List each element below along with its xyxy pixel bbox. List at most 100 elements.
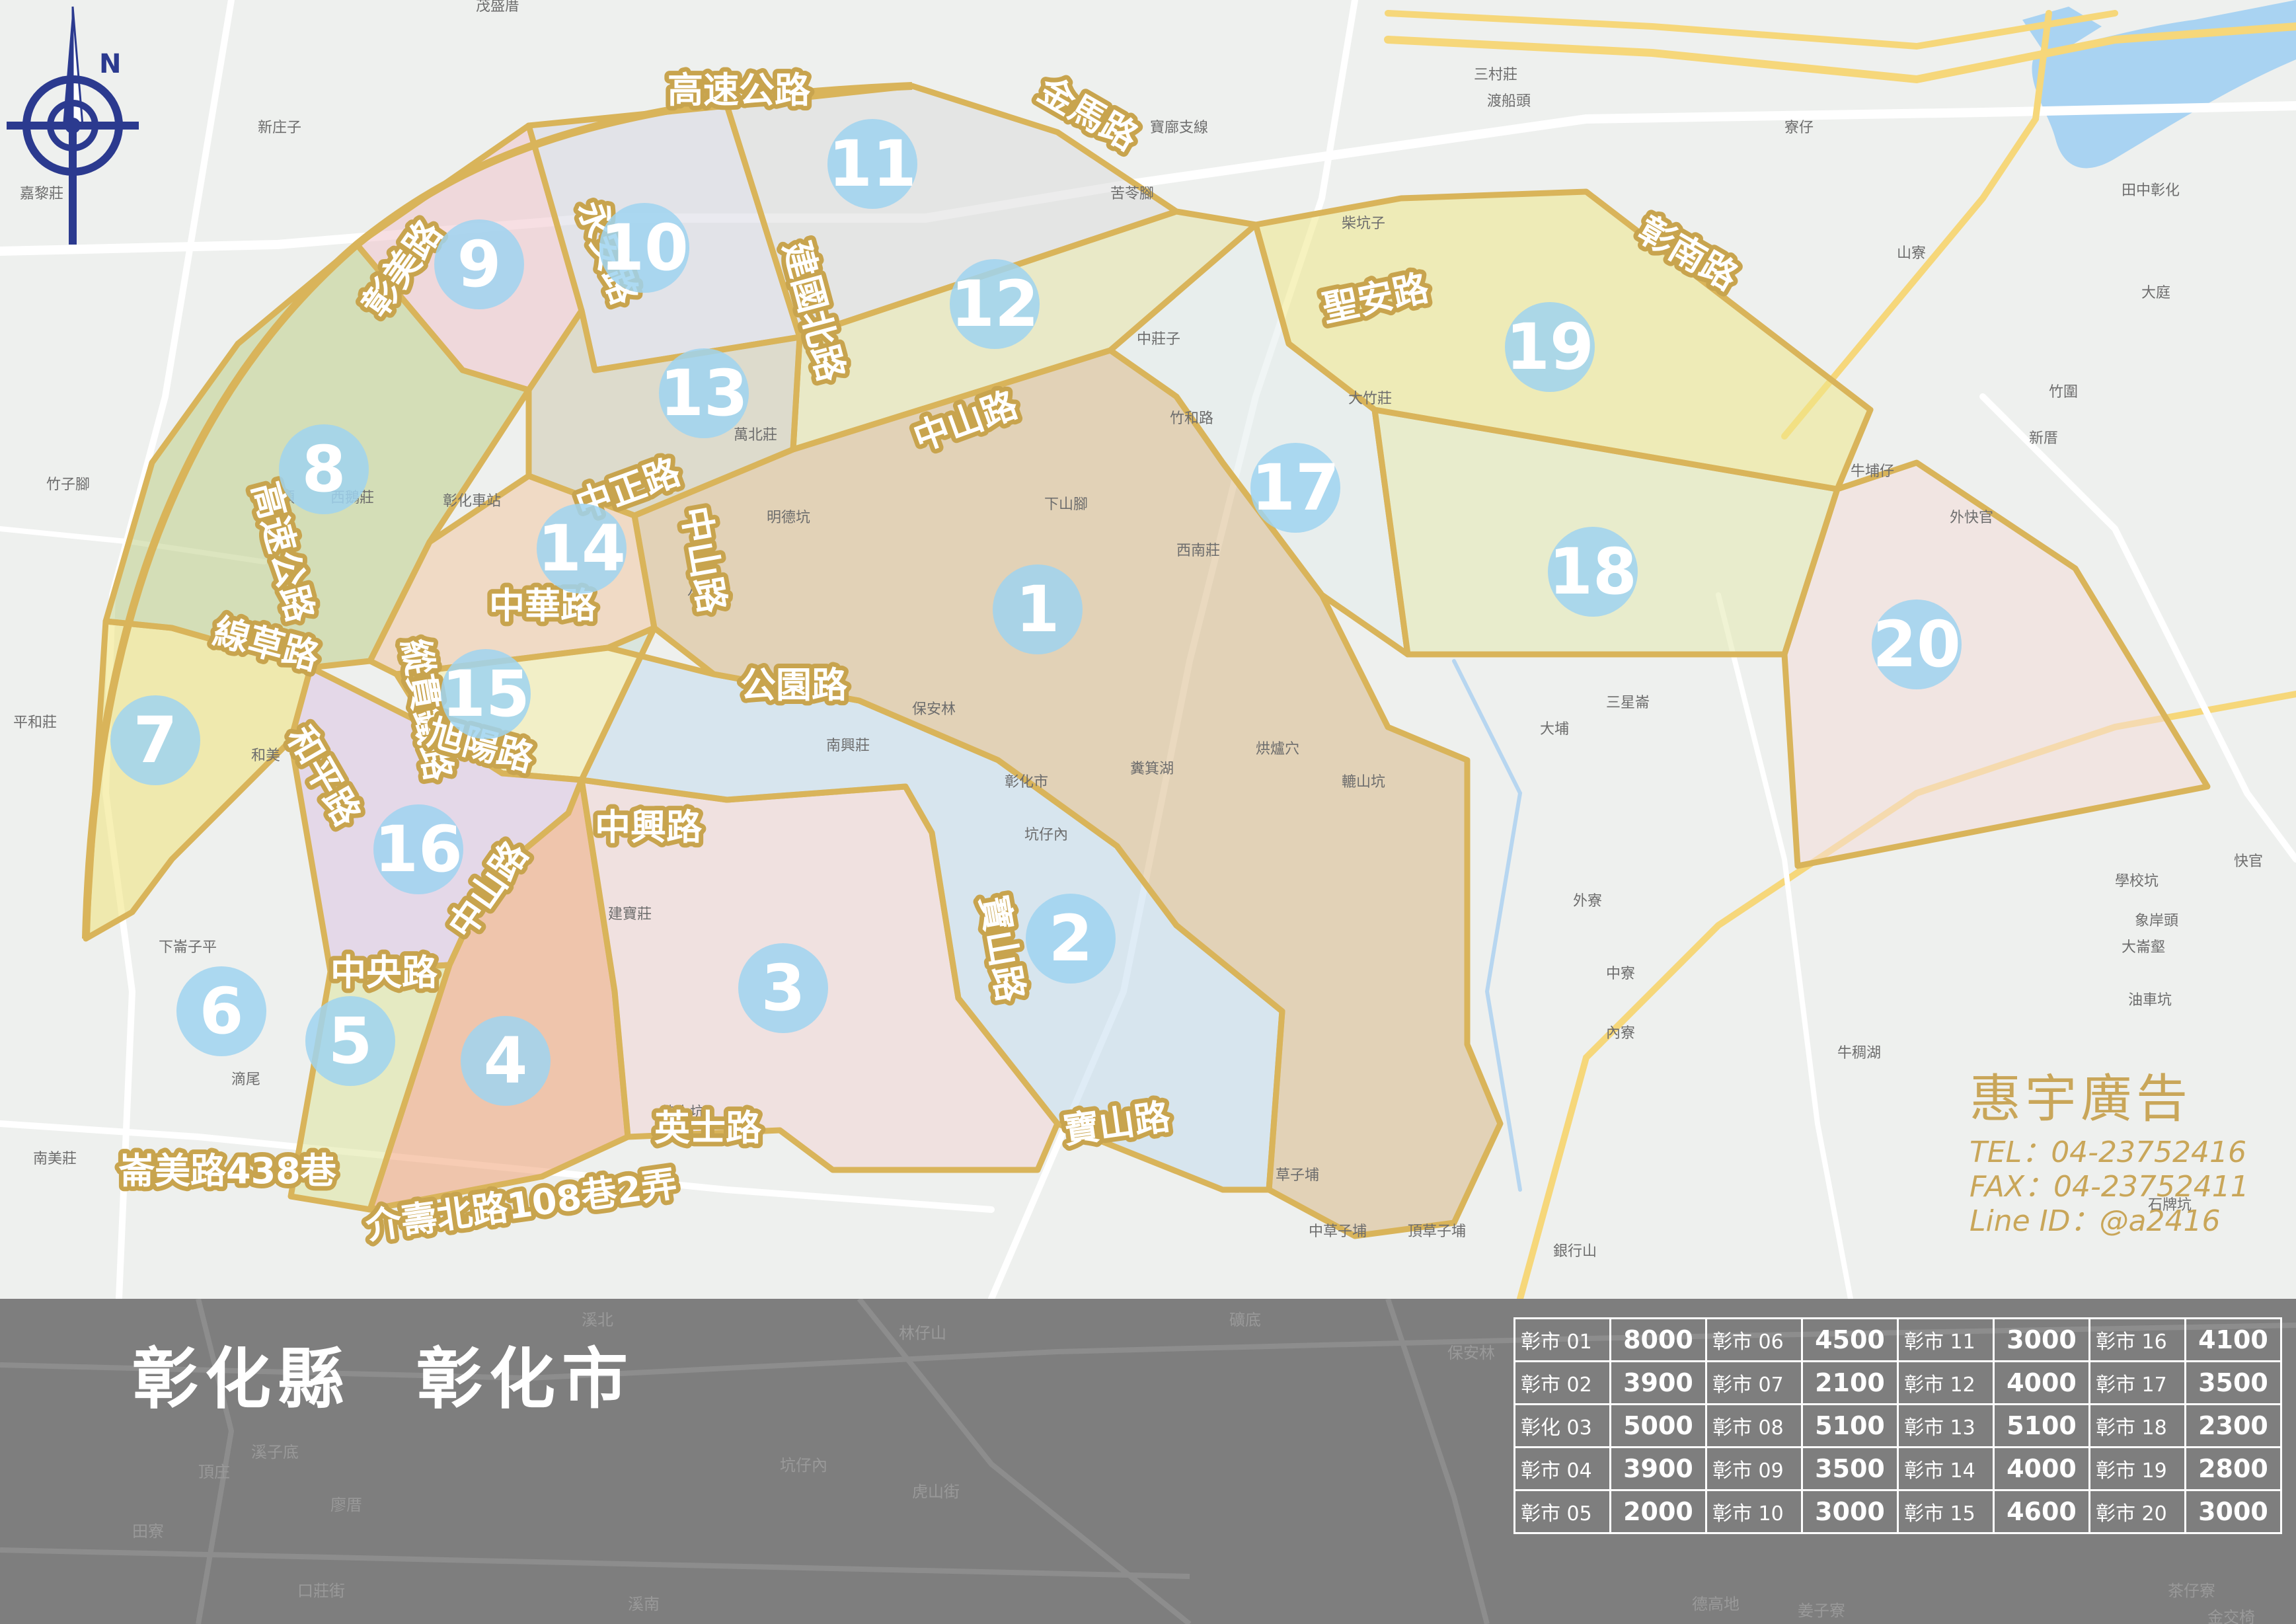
- place-label: 轆山坑: [1342, 774, 1385, 791]
- bottom-place-label: 礦底: [1229, 1311, 1261, 1329]
- place-label: 牛稠湖: [1837, 1045, 1881, 1062]
- place-label: 烘爐穴: [1256, 741, 1299, 757]
- zone-badge-1[interactable]: 1: [993, 564, 1083, 654]
- advertiser-line-id[interactable]: Line ID：@a2416: [1970, 1204, 2249, 1239]
- compass-rose-icon: N: [7, 6, 139, 245]
- bottom-place-label: 口莊街: [297, 1582, 345, 1600]
- road-label-zhongyang: 中央路: [330, 952, 438, 993]
- zone-name-cell: 彰市 05: [1513, 1489, 1611, 1534]
- zone-badge-17[interactable]: 17: [1250, 443, 1340, 533]
- place-label: 彰化車站: [443, 493, 501, 510]
- zone-name-cell: 彰市 09: [1705, 1446, 1803, 1491]
- place-label: 寮仔: [1784, 120, 1814, 136]
- zone-price-cell: 4100: [2184, 1317, 2282, 1362]
- svg-text:12: 12: [950, 267, 1039, 341]
- svg-text:10: 10: [600, 211, 689, 285]
- zone-badge-8[interactable]: 8: [279, 424, 369, 514]
- zone-name-cell: 彰市 02: [1513, 1360, 1611, 1405]
- place-label: 下山腳: [1044, 496, 1088, 513]
- zone-name-cell: 彰市 14: [1897, 1446, 1995, 1491]
- map-area[interactable]: 茂盛厝 新庄子 嘉黎莊 竹子腳 平和莊 南美莊 下崙子平 滴尾 苦苓腳 三村莊 …: [0, 0, 2296, 1299]
- zone-badge-11[interactable]: 11: [827, 119, 917, 209]
- zone-name-cell: 彰市 07: [1705, 1360, 1803, 1405]
- bottom-place-label: 虎山街: [912, 1483, 960, 1501]
- svg-text:8: 8: [302, 432, 346, 506]
- place-label: 滴尾: [231, 1071, 260, 1088]
- zone-badge-18[interactable]: 18: [1548, 527, 1638, 617]
- place-label: 中莊子: [1137, 331, 1180, 348]
- bottom-place-label: 姜子寮: [1798, 1602, 1845, 1620]
- zone-badge-13[interactable]: 13: [659, 348, 749, 438]
- bottom-place-label: 田寮: [132, 1522, 164, 1541]
- zone-badge-14[interactable]: 14: [537, 504, 627, 594]
- zone-badge-16[interactable]: 16: [373, 804, 463, 894]
- advertiser-name: 惠宇廣告: [1970, 1069, 2192, 1129]
- zone-price-cell: 3500: [1801, 1446, 1899, 1491]
- place-label: 象岸頭: [2135, 913, 2178, 929]
- zone-name-cell: 彰市 15: [1897, 1489, 1995, 1534]
- zone-badge-4[interactable]: 4: [461, 1016, 551, 1106]
- zone-badge-20[interactable]: 20: [1872, 599, 1962, 689]
- zone-price-cell: 3000: [1993, 1317, 2090, 1362]
- zone-name-cell: 彰市 11: [1897, 1317, 1995, 1362]
- place-label: 外寮: [1573, 893, 1602, 909]
- place-label: 南興莊: [826, 738, 870, 754]
- place-label: 彰化市: [1005, 774, 1048, 791]
- place-label: 明德坑: [767, 510, 810, 526]
- zone-price-cell: 3000: [1801, 1489, 1899, 1534]
- zone-badge-5[interactable]: 5: [305, 996, 395, 1086]
- place-label: 大埔: [1540, 721, 1569, 738]
- place-label: 南美莊: [33, 1151, 77, 1167]
- zone-name-cell: 彰市 08: [1705, 1403, 1803, 1448]
- svg-text:20: 20: [1872, 607, 1961, 681]
- place-label: 田中彰化: [2122, 182, 2180, 199]
- zone-price-cell: 4600: [1993, 1489, 2090, 1534]
- zone-price-cell: 2000: [1609, 1489, 1707, 1534]
- zone-price-table: 彰市 01 8000 彰市 06 4500 彰市 11 3000 彰市 16 4100 …: [1513, 1317, 2282, 1534]
- zone-name-cell: 彰市 12: [1897, 1360, 1995, 1405]
- bottom-place-label: 金交椅: [2207, 1608, 2255, 1624]
- advertiser-tel[interactable]: TEL：04-23752416: [1970, 1136, 2249, 1170]
- bottom-place-label: 保安林: [1447, 1344, 1495, 1362]
- place-label: 竹子腳: [46, 477, 90, 493]
- compass-north-label: N: [99, 49, 121, 79]
- zone-badge-3[interactable]: 3: [738, 943, 828, 1033]
- advertiser-block: 惠宇廣告 TEL：04-23752416 FAX：04-23752411 Lin…: [1970, 1058, 2249, 1239]
- zone-badge-10[interactable]: 10: [599, 203, 689, 293]
- zone-price-cell: 3900: [1609, 1446, 1707, 1491]
- table-row: 彰市 04 3900 彰市 09 3500 彰市 14 4000 彰市 19 2800: [1513, 1446, 2282, 1491]
- zone-name-cell: 彰市 20: [2088, 1489, 2186, 1534]
- place-label: 油車坑: [2128, 992, 2172, 1009]
- table-row: 彰化 03 5000 彰市 08 5100 彰市 13 5100 彰市 18 2300: [1513, 1403, 2282, 1448]
- zone-badge-15[interactable]: 15: [441, 649, 531, 739]
- zone-price-cell: 5100: [1993, 1403, 2090, 1448]
- place-label: 快官: [2234, 853, 2263, 870]
- bottom-place-label: 廖厝: [330, 1496, 362, 1514]
- zone-name-cell: 彰市 06: [1705, 1317, 1803, 1362]
- zone-badge-19[interactable]: 19: [1505, 302, 1595, 392]
- place-label: 中草子埔: [1309, 1223, 1367, 1240]
- table-row: 彰市 02 3900 彰市 07 2100 彰市 12 4000 彰市 17 3500: [1513, 1360, 2282, 1405]
- zone-badge-12[interactable]: 12: [950, 259, 1040, 349]
- place-label: 竹圍: [2049, 384, 2078, 401]
- road-label-lunmei: 崙美路438巷: [118, 1150, 337, 1192]
- place-label: 大庭: [2141, 285, 2170, 301]
- zone-name-cell: 彰市 01: [1513, 1317, 1611, 1362]
- zone-price-cell: 3000: [2184, 1489, 2282, 1534]
- place-label: 大崙壑: [2122, 939, 2165, 956]
- zone-badge-2[interactable]: 2: [1026, 894, 1116, 984]
- zone-badge-7[interactable]: 7: [110, 695, 200, 785]
- svg-text:19: 19: [1506, 310, 1594, 384]
- svg-text:4: 4: [484, 1024, 528, 1098]
- zone-badge-9[interactable]: 9: [434, 219, 524, 309]
- bottom-place-label: 溪子底: [251, 1443, 299, 1461]
- bottom-place-label: 茶仔寮: [2168, 1582, 2215, 1600]
- svg-text:16: 16: [374, 812, 463, 886]
- place-label: 西南莊: [1176, 543, 1220, 559]
- svg-text:6: 6: [200, 974, 244, 1048]
- region-title: 彰化縣 彰化市: [132, 1325, 701, 1421]
- road-label-gongyuan: 公園路: [740, 664, 848, 706]
- zone-badge-6[interactable]: 6: [176, 966, 266, 1056]
- zone-price-cell: 3900: [1609, 1360, 1707, 1405]
- bottom-place-label: 溪南: [628, 1595, 660, 1613]
